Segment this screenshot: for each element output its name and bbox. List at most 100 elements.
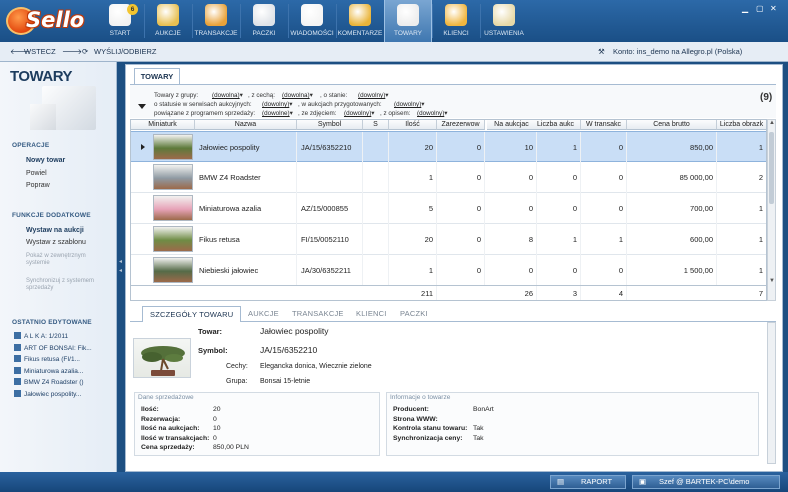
column-header[interactable]: S [363,120,389,130]
cell-ilosc: 1 [389,255,437,286]
sales-data-box: Dane sprzedażowe Ilość: 20 Rezerwacja: 0 Ilo… [134,392,380,456]
cell-zarez: 0 [437,162,485,193]
recent-item[interactable]: Fikus retusa (FI/1... [14,355,80,363]
nav-messages[interactable]: WIADOMOŚCI [288,0,336,42]
recent-item[interactable]: A L K A: 1/2011 [14,332,68,340]
nav-comments[interactable]: KOMENTARZE [336,0,384,42]
filter-desc-dropdown[interactable]: (dowolny)▾ [417,110,447,117]
filter-feature-dropdown[interactable]: (dowolna)▾ [282,92,313,99]
tab-auctions[interactable]: AUKCJE [248,309,279,318]
cell-aukcje: 0 [487,193,537,224]
nav-home[interactable]: START 6 [96,0,144,42]
report-button[interactable]: ▤ RAPORT [550,475,626,489]
minimize-icon[interactable]: ▁ [742,4,748,13]
recent-item[interactable]: ART OF BONSAI: Fik... [14,343,92,352]
detail-tabs: SZCZEGÓŁY TOWARU AUKCJE TRANSAKCJE KLIEN… [130,306,776,323]
nav-auction-hammer[interactable]: AUKCJE [144,0,192,42]
column-header[interactable]: Nazwa [195,120,297,130]
list-on-auction-link[interactable]: Wystaw na aukcji [26,227,84,234]
bonsai-image [141,346,185,376]
table-row[interactable]: Fikus retusa FI/15/0052110 20 0 8 1 1 600,00 1 [131,224,766,255]
nav-settings[interactable]: USTAWIENIA [480,0,528,42]
nav-label: TOWARY [393,30,423,37]
table-row[interactable]: Jałowiec pospolity JA/15/6352210 20 0 10 1 0 85… [131,131,766,163]
tab-transactions[interactable]: TRANSAKCJE [292,309,344,318]
nav-products[interactable]: TOWARY [384,0,432,42]
grid-scrollbar[interactable]: ▲ ▼ [767,119,776,301]
product-photo [133,338,191,378]
duplicate-link[interactable]: Powiel [26,170,47,177]
table-row[interactable]: Miniaturowa azalia AZ/15/000855 5 0 0 0 0 700,0… [131,193,766,224]
nav-transactions[interactable]: TRANSAKCJE [192,0,240,42]
tab-product-details[interactable]: SZCZEGÓŁY TOWARU [142,306,242,323]
cell-transakcje: 0 [581,255,627,286]
column-header[interactable]: Cena brutto [627,120,717,130]
scroll-thumb[interactable] [769,132,774,204]
notification-badge: 6 [127,4,138,15]
table-row[interactable]: Niebieski jałowiec JA/30/6352211 1 0 0 0 0 1 50… [131,255,766,286]
nav-label: AUKCJE [155,30,181,37]
close-icon[interactable]: ✕ [770,4,777,13]
recent-item[interactable]: Miniaturowa azalia... [14,366,83,375]
cell-symbol: AZ/15/000855 [297,193,363,224]
cell-transakcje: 1 [581,224,627,255]
product-info-box: Informacje o towarze Producent: BonArt Str… [386,392,759,456]
details-scrollbar[interactable] [767,322,776,464]
cell-aukcje: 0 [487,255,537,286]
column-header[interactable]: Symbol [297,120,363,130]
operations-heading: OPERACJE [12,142,50,149]
nav-label: USTAWIENIA [484,30,524,37]
table-row[interactable]: BMW Z4 Roadster 1 0 0 0 0 85 000,00 2 [131,162,766,193]
current-row-indicator-icon [141,144,145,150]
column-header[interactable]: W transakc [581,120,627,130]
cell-symbol: FI/15/0052110 [297,224,363,255]
cell-transakcje: 0 [581,132,627,163]
filter-group-dropdown[interactable]: (dowolna)▾ [212,92,243,99]
logo-text: Sello [26,8,85,32]
filter-toggle-icon[interactable] [138,104,146,109]
filter-state-dropdown[interactable]: (dowolny)▾ [358,92,388,99]
edit-link[interactable]: Popraw [26,182,50,189]
user-indicator[interactable]: ▣ Szef @ BARTEK-PC\demo [632,475,780,489]
nav-label: PACZKI [252,30,276,37]
recent-item[interactable]: BMW Z4 Roadster () [14,378,84,386]
collapse-arrows-icon[interactable]: ◂ ◂ [119,258,122,276]
product-thumbnail [153,164,193,190]
column-header[interactable]: Miniaturk [131,120,195,130]
column-header[interactable]: Liczba obrazk [717,120,766,130]
tab-packages[interactable]: PACZKI [400,309,428,318]
tab-clients[interactable]: KLIENCI [356,309,387,318]
sync-icon[interactable]: ⟳ [82,47,88,56]
column-header[interactable]: Na aukcjac [487,120,537,130]
nav-package[interactable]: PACZKI [240,0,288,42]
scroll-up-icon[interactable]: ▲ [769,120,775,126]
nav-label: KOMENTARZE [337,30,383,37]
sync-button[interactable]: WYŚLIJ/ODBIERZ [94,47,157,56]
tab-towary[interactable]: TOWARY [134,68,180,84]
back-button[interactable]: WSTECZ [24,47,56,56]
nav-clients[interactable]: KLIENCI [432,0,480,42]
product-thumbnail [153,134,193,160]
scroll-down-icon[interactable]: ▼ [769,278,775,284]
forward-arrow-icon[interactable]: 🡒 [62,47,82,56]
filter-prepared-label: , w aukcjach przygotowanych: [298,101,382,108]
cell-symbol [297,162,363,193]
filter-program-dropdown[interactable]: (dowolne)▾ [262,110,293,117]
maximize-icon[interactable]: ▢ [756,4,764,13]
new-product-link[interactable]: Nowy towar [26,157,65,164]
package-icon [253,4,275,26]
field-value: Tak [473,425,484,433]
filter-status-dropdown[interactable]: (dowolny)▾ [262,101,292,108]
cell-obrazki: 1 [717,255,766,286]
column-header[interactable]: Liczba aukc [531,120,581,130]
column-header[interactable]: Zarezerwow [437,120,485,130]
filter-photo-dropdown[interactable]: (dowolny)▾ [344,110,374,117]
cell-name: Fikus retusa [195,224,297,255]
column-header[interactable]: Ilość [389,120,437,130]
recent-item[interactable]: Jałowiec pospolity... [14,389,81,398]
filter-prepared-dropdown[interactable]: (dowolny)▾ [394,101,424,108]
list-from-template-link[interactable]: Wystaw z szablonu [26,239,86,246]
account-label[interactable]: Konto: ins_demo na Allegro.pl (Polska) [613,47,742,56]
top-navigation-bar: Sello START 6 AUKCJE TRANSAKCJE PACZKI WIADOM… [0,0,788,42]
cell-zarez: 0 [437,193,485,224]
